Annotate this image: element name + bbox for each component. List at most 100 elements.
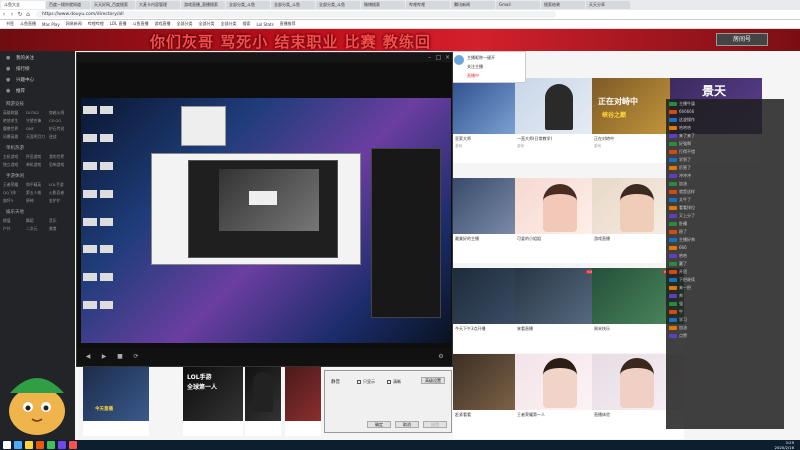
bookmark[interactable]: 书签 (6, 21, 14, 27)
browser-tab[interactable]: 游戏直播_直播搜索 (181, 1, 225, 9)
room-number-button[interactable]: 房间号 (716, 33, 768, 46)
close-icon[interactable]: × (443, 53, 452, 62)
category-link[interactable]: 原神 (26, 197, 49, 205)
stream-card[interactable]: LOL手游 全球第一人 (183, 366, 243, 436)
category-link[interactable]: 王者荣耀 (3, 181, 26, 189)
category-link[interactable]: 二次元 (26, 225, 49, 233)
stream-card[interactable] (245, 366, 281, 436)
category-link[interactable]: 户外 (3, 225, 26, 233)
category-link[interactable]: 英雄联盟 (3, 109, 26, 117)
bookmark[interactable]: 游戏直播 (154, 21, 170, 27)
popup-line[interactable]: 关注主播 (467, 64, 483, 70)
category-link[interactable]: QQ飞车 (3, 189, 26, 197)
stop-icon[interactable]: ■ (115, 352, 125, 362)
app-icon[interactable] (69, 441, 77, 449)
bookmark[interactable]: 哔哩哔哩 (88, 21, 104, 27)
category-link[interactable]: LOL手游 (49, 181, 72, 189)
sidebar-item-interest[interactable]: 兴趣中心 (0, 75, 75, 86)
bookmark[interactable]: LOL 直播 (110, 21, 127, 27)
browser-tab[interactable]: 百度一搜你就知道 (46, 1, 90, 9)
category-link[interactable]: 风暴英雄 (3, 133, 26, 141)
category-link[interactable]: 魔兽世界 (3, 125, 26, 133)
category-link[interactable]: 独立游戏 (3, 161, 26, 169)
url-field[interactable]: https://www.douyu.com/directory/all (36, 11, 556, 18)
app-icon[interactable] (47, 441, 55, 449)
forward-icon[interactable]: › (8, 11, 16, 19)
browser-tab[interactable]: 全部分类_斗鱼 (316, 1, 360, 9)
category-link[interactable]: 音乐 (49, 217, 72, 225)
browser-tab[interactable]: 全部分类_斗鱼 (271, 1, 315, 9)
category-link[interactable]: 金铲铲 (49, 197, 72, 205)
category-link[interactable]: DOTA2 (26, 109, 49, 117)
start-icon[interactable] (3, 441, 11, 449)
stream-card[interactable] (285, 366, 321, 436)
system-clock[interactable]: 3:29 2020/2/16 (775, 440, 794, 450)
folder-icon[interactable] (25, 441, 33, 449)
bookmark[interactable]: 直播推荐 (280, 21, 296, 27)
category-link[interactable]: 颜值 (3, 217, 26, 225)
bookmark[interactable]: 搜索 (242, 21, 250, 27)
category-link[interactable]: 第五人格 (26, 189, 49, 197)
stream-card[interactable] (83, 366, 149, 436)
category-link[interactable]: 主机游戏 (3, 153, 26, 161)
category-link[interactable]: 炉石传说 (49, 125, 72, 133)
checkbox[interactable] (387, 380, 391, 384)
bookmark[interactable]: 全部分类 (198, 21, 214, 27)
category-link[interactable]: 崩坏3 (3, 197, 26, 205)
app-icon[interactable] (14, 441, 22, 449)
browser-tab[interactable]: 全部分类_斗鱼 (226, 1, 270, 9)
browser-tab[interactable]: 天天分享 (586, 1, 630, 9)
category-link[interactable]: 绝地求生 (3, 117, 26, 125)
category-link[interactable]: 火影忍者 (49, 189, 72, 197)
ok-button[interactable]: 确定 (367, 421, 391, 428)
sidebar-item-recommend[interactable]: 推荐 (0, 86, 75, 97)
category-link[interactable]: 和平精英 (26, 181, 49, 189)
category-link[interactable]: 天涯明月刀 (26, 133, 49, 141)
category-link[interactable]: 逆战 (49, 133, 72, 141)
advanced-button[interactable]: 高级设置 (421, 377, 445, 384)
bookmark[interactable]: Lol Stats (256, 22, 273, 27)
bookmark[interactable]: 斗鱼直播 (132, 21, 148, 27)
category-link[interactable]: 舞蹈 (26, 217, 49, 225)
app-icon[interactable] (58, 441, 66, 449)
checkbox[interactable] (357, 380, 361, 384)
app-icon[interactable] (36, 441, 44, 449)
checkbox-option[interactable]: 只显示 (357, 379, 375, 385)
sidebar-item-rank[interactable]: 排行榜 (0, 64, 75, 75)
home-icon[interactable]: ⌂ (24, 11, 32, 19)
category-link[interactable]: DNF (26, 125, 49, 133)
category-link[interactable]: 单机游戏 (26, 161, 49, 169)
bookmark[interactable]: 全部分类 (176, 21, 192, 27)
category-link[interactable]: 穿越火线 (49, 109, 72, 117)
bookmark[interactable]: 全部分类 (220, 21, 236, 27)
browser-tab[interactable]: 大麦卡内容管理 (136, 1, 180, 9)
bookmark[interactable]: 网易新闻 (66, 21, 82, 27)
browser-tab[interactable]: 搜索结果 (541, 1, 585, 9)
refresh-icon[interactable]: ↻ (16, 11, 24, 19)
settings-icon[interactable]: ⚙ (436, 352, 446, 362)
category-link[interactable]: 恐怖游戏 (49, 161, 72, 169)
category-link[interactable]: 怀旧游戏 (26, 153, 49, 161)
browser-tab[interactable]: 哔哩哔哩 (406, 1, 450, 9)
bookmark[interactable]: Mac Play (42, 22, 60, 27)
browser-tab[interactable]: 天天好网_百度搜索 (91, 1, 135, 9)
refresh-icon[interactable]: ⟳ (131, 352, 141, 362)
browser-tab[interactable]: 斗鱼大全 (1, 1, 45, 9)
apply-button[interactable]: 应用 (423, 421, 447, 428)
browser-tab[interactable]: 腾讯新闻 (451, 1, 495, 9)
category-link[interactable]: CS:GO (49, 117, 72, 125)
bookmark[interactable]: 斗鱼直播 (20, 21, 36, 27)
category-link[interactable]: 美食 (49, 225, 72, 233)
category-link[interactable]: 我的世界 (49, 153, 72, 161)
cancel-button[interactable]: 取消 (395, 421, 419, 428)
checkbox-option[interactable]: 清晰 (387, 379, 401, 385)
sidebar-item-follow[interactable]: 我的关注 (0, 53, 75, 64)
browser-tab[interactable]: Gmail (496, 1, 540, 9)
play-icon[interactable]: ▶ (99, 352, 109, 362)
browser-tab[interactable]: 微博搜索 (361, 1, 405, 9)
back-icon[interactable]: ‹ (0, 11, 8, 19)
minimize-icon[interactable]: – (425, 53, 434, 62)
prev-icon[interactable]: ◀ (83, 352, 93, 362)
category-link[interactable]: 守望先锋 (26, 117, 49, 125)
maximize-icon[interactable]: □ (434, 53, 443, 62)
